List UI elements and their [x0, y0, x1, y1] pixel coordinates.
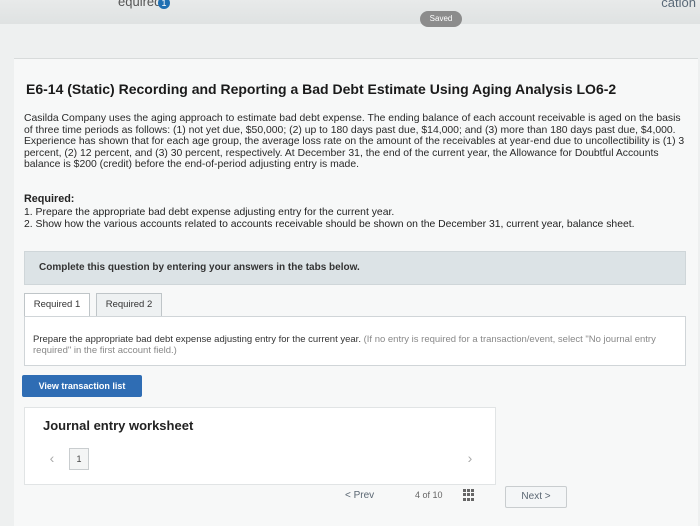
question-count: 4 of 10 [415, 490, 443, 500]
chevron-right-icon[interactable]: › [459, 450, 481, 468]
brand-logo-text: cation [661, 0, 696, 10]
tab-required-2[interactable]: Required 2 [96, 293, 162, 317]
required-count-badge: 1 [158, 0, 170, 9]
worksheet-nav: ‹ 1 › [41, 448, 481, 470]
panel-instruction: Prepare the appropriate bad debt expense… [33, 334, 361, 345]
requirement-2: 2. Show how the various accounts related… [24, 219, 635, 230]
next-button[interactable]: Next > [505, 486, 567, 508]
view-transaction-list-button[interactable]: View transaction list [22, 375, 142, 397]
saved-status: Saved [420, 11, 462, 27]
instructions-banner: Complete this question by entering your … [24, 251, 686, 285]
tab-panel: Prepare the appropriate bad debt expense… [24, 316, 686, 366]
instructions-text: Complete this question by entering your … [39, 262, 360, 273]
problem-text: Casilda Company uses the aging approach … [24, 113, 685, 171]
worksheet-title: Journal entry worksheet [43, 418, 194, 433]
grid-icon[interactable] [463, 489, 475, 501]
chevron-left-icon[interactable]: ‹ [41, 450, 63, 468]
journal-entry-worksheet: Journal entry worksheet ‹ 1 › [24, 407, 496, 485]
tab-required-1[interactable]: Required 1 [24, 293, 90, 317]
top-bar: equired 1 cation [0, 0, 700, 24]
panel-instruction-block: Prepare the appropriate bad debt expense… [33, 334, 677, 356]
requirement-1: 1. Prepare the appropriate bad debt expe… [24, 207, 395, 218]
question-card: E6-14 (Static) Recording and Reporting a… [14, 58, 698, 526]
prev-button[interactable]: < Prev [345, 490, 374, 501]
required-label: equired [118, 0, 162, 9]
required-heading: Required: [24, 193, 75, 205]
requirements-list: 1. Prepare the appropriate bad debt expe… [24, 207, 688, 231]
problem-title: E6-14 (Static) Recording and Reporting a… [26, 81, 617, 97]
worksheet-page-1[interactable]: 1 [69, 448, 89, 470]
